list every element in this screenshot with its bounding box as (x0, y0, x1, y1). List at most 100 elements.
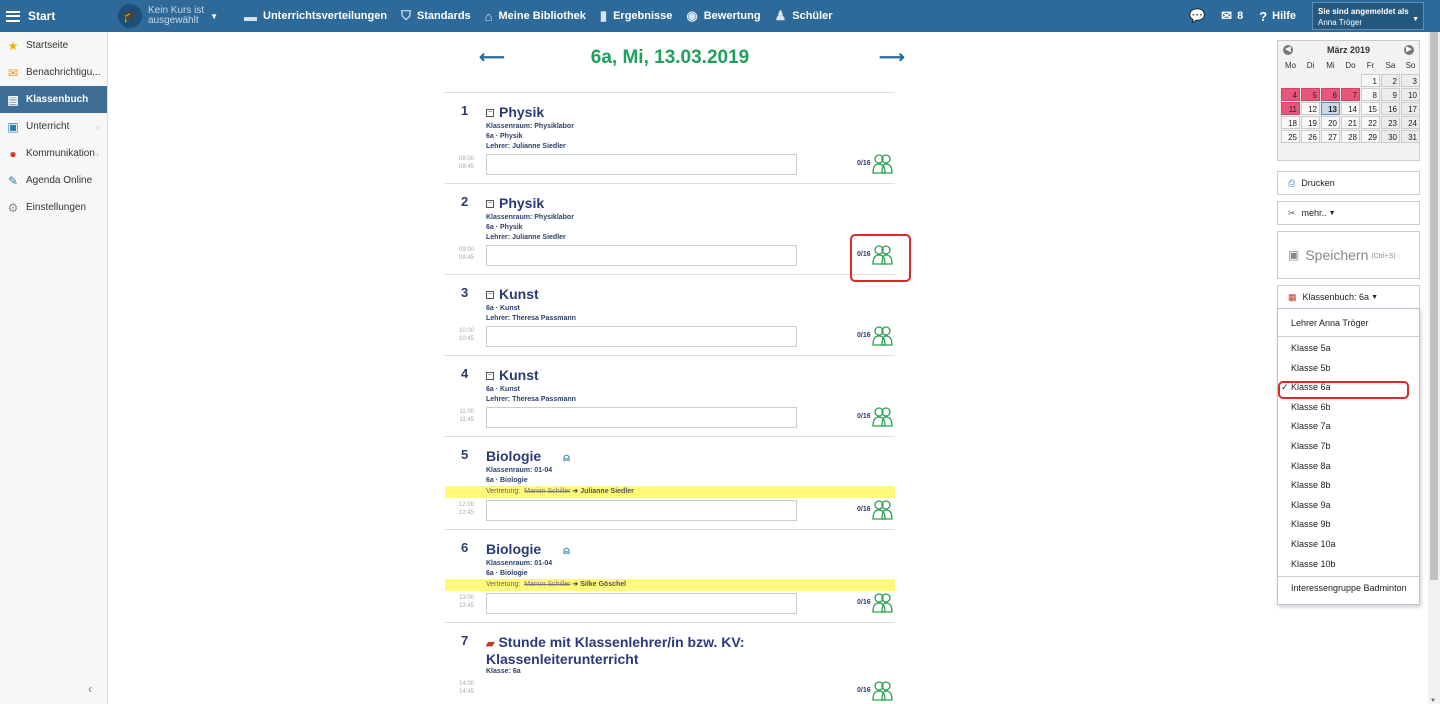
calendar-day[interactable]: 21 (1341, 116, 1360, 129)
calendar-day[interactable]: 8 (1361, 88, 1380, 101)
calendar-day[interactable]: 17 (1401, 102, 1420, 115)
collapse-icon[interactable]: − (486, 372, 494, 381)
calendar-day[interactable]: 11 (1281, 102, 1300, 115)
calendar-day[interactable]: 1 (1361, 74, 1380, 87)
attendance-people-icon[interactable] (871, 325, 893, 347)
calendar-day[interactable]: 20 (1321, 116, 1340, 129)
attendance-count: 0/16 (857, 332, 871, 339)
nav-unterrichtsverteilungen[interactable]: ▬ Unterrichtsverteilungen (244, 9, 387, 24)
help-button[interactable]: ? Hilfe (1259, 9, 1296, 24)
calendar-day[interactable]: 15 (1361, 102, 1380, 115)
sidebar-item-einstellungen[interactable]: ⚙ Einstellungen (0, 194, 107, 221)
calendar-day[interactable]: 3 (1401, 74, 1420, 87)
nav-meine-bibliothek[interactable]: ⌂ Meine Bibliothek (485, 9, 586, 24)
lesson-topic-input[interactable] (486, 500, 797, 521)
dropdown-item-class[interactable]: Klasse 7b (1278, 437, 1419, 455)
lesson-line-value: Physiklabor (534, 123, 574, 130)
sidebar-item-benachrichtigungen[interactable]: ✉ Benachrichtigu... (0, 59, 107, 86)
calendar-day[interactable]: 4 (1281, 88, 1300, 101)
collapse-icon[interactable]: − (486, 109, 494, 118)
calendar-day[interactable]: 30 (1381, 130, 1400, 143)
classbook-selector[interactable]: ▦ Klassenbuch: 6a ▼ (1277, 285, 1420, 309)
calendar-day[interactable]: 24 (1401, 116, 1420, 129)
collapse-sidebar-icon[interactable]: ‹ (88, 681, 92, 696)
nav-ergebnisse[interactable]: ▮ Ergebnisse (600, 8, 672, 24)
dropdown-item-class[interactable]: Klasse 8a (1278, 457, 1419, 475)
attendance-people-icon[interactable] (871, 153, 893, 175)
calendar-empty-cell (1301, 74, 1320, 87)
mail-button[interactable]: ✉ 8 (1221, 8, 1243, 24)
calendar-day[interactable]: 12 (1301, 102, 1320, 115)
chat-icon: ● (9, 146, 17, 161)
calendar-day[interactable]: 6 (1321, 88, 1340, 101)
calendar-day[interactable]: 5 (1301, 88, 1320, 101)
calendar-day[interactable]: 10 (1401, 88, 1420, 101)
lesson-list: ⟵ 6a, Mi, 13.03.2019 ⟶ 1 − Physik Klassen… (445, 32, 911, 704)
dropdown-item-class[interactable]: Klasse 10b (1278, 555, 1419, 573)
sidebar-item-startseite[interactable]: ★ Startseite (0, 32, 107, 59)
attendance-count: 0/16 (857, 599, 871, 606)
lesson-topic-input[interactable] (486, 593, 797, 614)
calendar-day[interactable]: 26 (1301, 130, 1320, 143)
dropdown-item-class[interactable]: Klasse 10a (1278, 535, 1419, 553)
calendar-prev-icon[interactable]: ◀ (1283, 45, 1293, 55)
lesson-topic-input[interactable] (486, 245, 797, 266)
calendar-day[interactable]: 16 (1381, 102, 1400, 115)
calendar-month: März 2019 (1326, 45, 1371, 55)
nav-bewertung[interactable]: ◉ Bewertung (686, 8, 760, 24)
dropdown-item-class[interactable]: Klasse 5a (1278, 339, 1419, 357)
dropdown-item-group[interactable]: Interessengruppe Badminton (1278, 579, 1419, 597)
nav-schueler[interactable]: ♟ Schüler (775, 8, 833, 24)
collapse-icon[interactable]: − (486, 200, 494, 209)
lesson-topic-input[interactable] (486, 154, 797, 175)
course-selector[interactable]: 🎓 Kein Kurs ist ausgewählt ▼ (118, 4, 236, 28)
more-button[interactable]: ✂ mehr.. ▼ (1277, 201, 1420, 225)
nav-standards[interactable]: ⛉ Standards (401, 8, 471, 24)
user-menu[interactable]: Sie sind angemeldet als Anna Tröger ▼ (1312, 2, 1424, 30)
print-button[interactable]: ⎙ Drucken (1277, 171, 1420, 195)
next-day-arrow-icon[interactable]: ⟶ (879, 47, 905, 68)
calendar-day[interactable]: 13 (1321, 102, 1340, 115)
collapse-icon[interactable]: − (486, 291, 494, 300)
dropdown-item-class[interactable]: Klasse 6b (1278, 398, 1419, 416)
calendar-day[interactable]: 19 (1301, 116, 1320, 129)
dropdown-item-class[interactable]: Klasse 8b (1278, 476, 1419, 494)
sidebar-item-klassenbuch[interactable]: ▤ Klassenbuch (0, 86, 107, 113)
calendar-day[interactable]: 9 (1381, 88, 1400, 101)
page-scrollbar[interactable]: ▼ (1428, 32, 1440, 704)
dropdown-item-class[interactable]: Klasse 7a (1278, 417, 1419, 435)
lesson-line-key: 6a · Biologie (486, 570, 528, 577)
calendar-day[interactable]: 23 (1381, 116, 1400, 129)
save-button[interactable]: ▣ Speichern (Ctrl+S) (1277, 231, 1420, 279)
substitution-info-icon[interactable]: ⍝ (563, 545, 570, 558)
attendance-people-icon[interactable] (871, 406, 893, 428)
start-menu-button[interactable]: Start (0, 9, 108, 23)
attendance-people-icon[interactable] (871, 592, 893, 614)
attendance-people-icon[interactable] (871, 499, 893, 521)
attendance-people-icon[interactable] (871, 680, 893, 702)
calendar-day[interactable]: 27 (1321, 130, 1340, 143)
calendar-day[interactable]: 7 (1341, 88, 1360, 101)
substitution-info-icon[interactable]: ⍝ (563, 452, 570, 465)
calendar-day[interactable]: 28 (1341, 130, 1360, 143)
calendar-day[interactable]: 2 (1381, 74, 1400, 87)
dropdown-item-class[interactable]: Klasse 9a (1278, 496, 1419, 514)
calendar-day[interactable]: 14 (1341, 102, 1360, 115)
calendar-day[interactable]: 31 (1401, 130, 1420, 143)
calendar-day[interactable]: 29 (1361, 130, 1380, 143)
lesson-topic-input[interactable] (486, 407, 797, 428)
chat-button[interactable]: 💬 (1189, 8, 1205, 24)
sidebar-item-kommunikation[interactable]: ● Kommunikation › (0, 140, 107, 167)
dropdown-item-teacher[interactable]: Lehrer Anna Tröger (1278, 314, 1419, 332)
dropdown-item-class[interactable]: Klasse 9b (1278, 515, 1419, 533)
calendar-next-icon[interactable]: ▶ (1404, 45, 1414, 55)
calendar-day[interactable]: 25 (1281, 130, 1300, 143)
scrollbar-thumb[interactable] (1430, 32, 1438, 580)
calendar-day[interactable]: 22 (1361, 116, 1380, 129)
sidebar-item-unterricht[interactable]: ▣ Unterricht › (0, 113, 107, 140)
scroll-down-arrow-icon[interactable]: ▼ (1430, 698, 1436, 704)
lesson-topic-input[interactable] (486, 326, 797, 347)
dropdown-item-class[interactable]: Klasse 5b (1278, 359, 1419, 377)
sidebar-item-agenda-online[interactable]: ✎ Agenda Online (0, 167, 107, 194)
calendar-day[interactable]: 18 (1281, 116, 1300, 129)
